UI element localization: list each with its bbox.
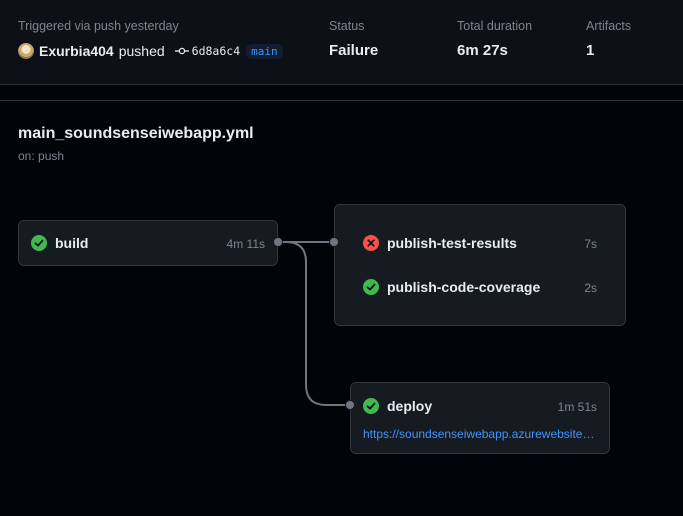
job-build-name: build [55,235,89,251]
deploy-url-link[interactable]: https://soundsenseiwebapp.azurewebsites.… [363,427,597,441]
job-build-row: build [31,235,88,251]
job-deploy-row: deploy [363,398,432,414]
publish-input-port [329,237,339,247]
job-publish-test-results-duration: 7s [584,237,597,251]
job-publish-test-results[interactable]: publish-test-results [363,235,517,251]
job-publish-code-coverage[interactable]: publish-code-coverage [363,279,540,295]
build-output-port [273,237,283,247]
job-build[interactable]: build 4m 11s [18,220,278,266]
deploy-input-port [345,400,355,410]
job-group-publish: publish-test-results 7s publish-code-cov… [334,204,626,326]
job-deploy-duration: 1m 51s [557,400,597,414]
x-circle-fill-icon [363,235,379,251]
job-build-duration: 4m 11s [226,237,265,251]
job-publish-test-results-name: publish-test-results [387,235,517,251]
job-publish-code-coverage-duration: 2s [584,281,597,295]
check-circle-fill-icon [31,235,47,251]
job-deploy[interactable]: deploy 1m 51s https://soundsenseiwebapp.… [350,382,610,454]
job-publish-code-coverage-name: publish-code-coverage [387,279,541,295]
check-circle-fill-icon [363,398,379,414]
job-deploy-name: deploy [387,398,433,414]
check-circle-fill-icon [363,279,379,295]
